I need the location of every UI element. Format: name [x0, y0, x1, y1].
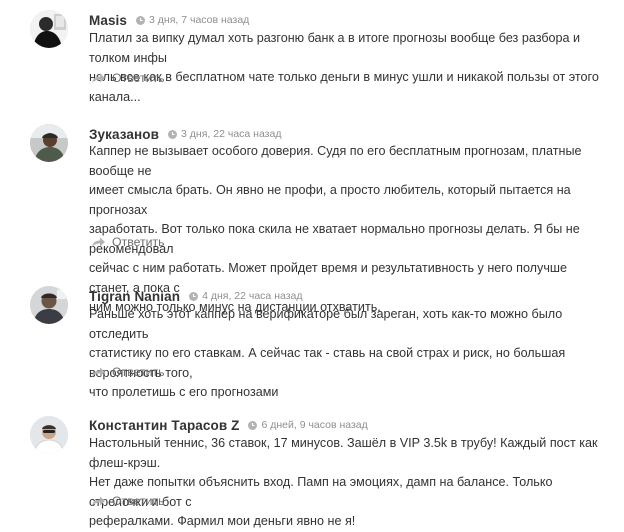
reply-arrow-icon — [91, 366, 106, 378]
reply-label: Ответить — [112, 71, 165, 85]
avatar[interactable] — [30, 124, 68, 162]
comment-text-line: Раньше хоть этот каппер на верификаторе … — [89, 307, 563, 341]
comment-text-line: имеет смысла брать. Он явно не профи, а … — [89, 183, 571, 217]
reply-arrow-icon — [91, 495, 106, 507]
comment-header: Константин Тарасов Z 6 дней, 9 часов наз… — [89, 415, 368, 435]
comment-header: Tigran Nanian 4 дня, 22 часа назад — [89, 286, 303, 306]
avatar[interactable] — [30, 10, 68, 48]
comment-text-line: Платил за випку думал хоть разгоню банк … — [89, 31, 581, 65]
clock-icon — [136, 15, 146, 25]
author-name[interactable]: Константин Тарасов Z — [89, 418, 239, 433]
clock-icon — [168, 129, 178, 139]
reply-label: Ответить — [112, 494, 165, 508]
avatar[interactable] — [30, 286, 68, 324]
reply-button[interactable]: Ответить — [91, 363, 165, 381]
reply-label: Ответить — [112, 235, 165, 249]
comment-text-line: ноль все как в бесплатном чате только де… — [89, 70, 599, 104]
author-name[interactable]: Tigran Nanian — [89, 289, 180, 304]
comment-date[interactable]: 3 дня, 22 часа назад — [181, 128, 281, 140]
reply-button[interactable]: Ответить — [91, 233, 165, 251]
clock-icon — [189, 291, 199, 301]
reply-arrow-icon — [91, 236, 106, 248]
comment-text-line: рефералками. Фармил мои деньги явно не я… — [89, 514, 356, 528]
author-name[interactable]: Masis — [89, 13, 127, 28]
author-name[interactable]: Зуказанов — [89, 127, 159, 142]
comment-header: Masis 3 дня, 7 часов назад — [89, 10, 249, 30]
comment-date[interactable]: 4 дня, 22 часа назад — [202, 290, 302, 302]
comment-text: Платил за випку думал хоть разгоню банк … — [89, 29, 599, 107]
reply-button[interactable]: Ответить — [91, 69, 165, 87]
comment-text: Настольный теннис, 36 ставок, 17 минусов… — [89, 434, 599, 532]
clock-icon — [248, 420, 258, 430]
reply-label: Ответить — [112, 365, 165, 379]
comment-header: Зуказанов 3 дня, 22 часа назад — [89, 124, 281, 144]
comment-text: Раньше хоть этот каппер на верификаторе … — [89, 305, 599, 403]
comment-date[interactable]: 6 дней, 9 часов назад — [261, 419, 367, 431]
reply-button[interactable]: Ответить — [91, 492, 165, 510]
comment-text-line: что пролетишь с его прогнозами — [89, 385, 279, 399]
comment-date[interactable]: 3 дня, 7 часов назад — [149, 14, 249, 26]
comment-text-line: Настольный теннис, 36 ставок, 17 минусов… — [89, 436, 598, 470]
comment-text-line: Каппер не вызывает особого доверия. Судя… — [89, 144, 582, 178]
avatar[interactable] — [30, 416, 68, 454]
reply-arrow-icon — [91, 72, 106, 84]
